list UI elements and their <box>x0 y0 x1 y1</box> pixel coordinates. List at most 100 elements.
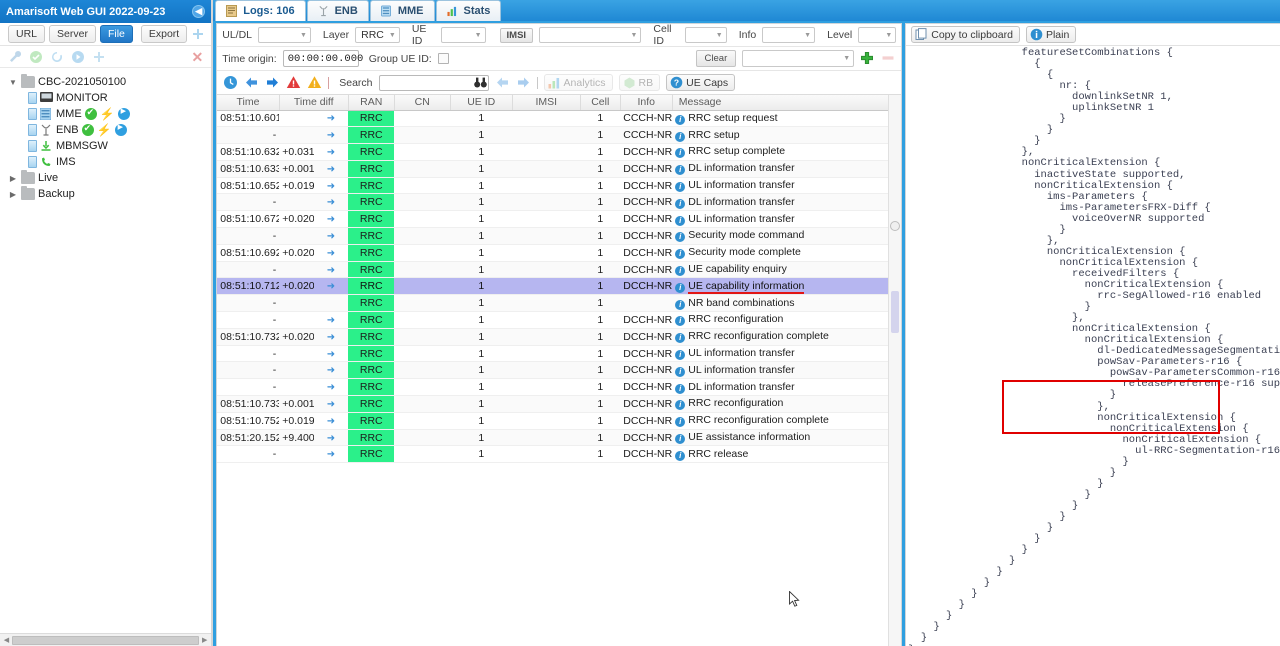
time-origin-input[interactable]: 00:00:00.000 <box>282 50 363 67</box>
plus-icon[interactable] <box>860 51 875 66</box>
chevron-right-icon[interactable] <box>8 174 18 183</box>
find-prev-icon[interactable] <box>495 75 510 90</box>
table-row[interactable]: - ➜ RRC 1 1 DCCH-NR i DL information transfer <box>217 193 897 212</box>
scroll-left-arrow-icon[interactable]: ◀ <box>1 636 12 644</box>
tree-item-backup[interactable]: Backup <box>4 186 211 202</box>
close-icon[interactable]: ✕ <box>192 50 204 64</box>
tree-item-cbc[interactable]: CBC-2021050100 <box>4 74 211 90</box>
col-time-diff[interactable]: Time diff <box>279 95 349 111</box>
tree-item-enb[interactable]: ENB ⚡ <box>4 122 211 138</box>
chevron-right-icon[interactable] <box>8 190 18 199</box>
table-row[interactable]: - ➜ RRC 1 1 DCCH-NR i RRC release <box>217 445 897 464</box>
detail-text-container[interactable]: featureSetCombinations { { { nr: { downl… <box>906 46 1280 646</box>
search-input[interactable] <box>378 74 489 92</box>
copy-to-clipboard-button[interactable]: Copy to clipboard <box>911 26 1020 43</box>
scrollbar-thumb[interactable] <box>891 291 900 333</box>
plain-button[interactable]: Plain <box>1025 26 1077 43</box>
col-message[interactable]: Message <box>672 95 898 111</box>
export-button[interactable]: Export <box>140 25 188 43</box>
logs-vertical-scrollbar[interactable] <box>888 95 902 646</box>
server-button[interactable]: Server <box>49 25 96 43</box>
cell-cn <box>394 345 451 363</box>
table-row[interactable]: 08:51:10.733 +0.001 ➜ RRC 1 1 DCCH-NR i RRC reco… <box>217 395 897 413</box>
col-cn[interactable]: CN <box>394 95 451 111</box>
table-row[interactable]: - ➜ RRC 1 1 DCCH-NR i DL information transfer <box>217 378 897 397</box>
preset-select[interactable]: ▼ <box>742 50 855 67</box>
tab-enb[interactable]: ENB <box>306 0 369 21</box>
tab-stats[interactable]: Stats <box>435 0 502 21</box>
table-row[interactable]: - ➜ RRC 1 1 DCCH-NR i Security mode command <box>217 227 897 245</box>
sidebar-horizontal-scrollbar[interactable]: ◀ ▶ <box>0 633 212 646</box>
info-select[interactable]: ▼ <box>762 27 816 43</box>
arrow-left-icon[interactable] <box>244 75 259 90</box>
cellid-select[interactable]: ▼ <box>685 27 727 43</box>
tree-item-ims[interactable]: IMS <box>4 154 211 170</box>
table-row[interactable]: 08:51:10.732 +0.020 ➜ RRC 1 1 DCCH-NR i RRC reco… <box>217 328 897 346</box>
level-select[interactable]: ▼ <box>858 27 897 43</box>
wrench-icon[interactable] <box>8 50 22 64</box>
imsi-button[interactable]: IMSI <box>499 27 534 43</box>
play-icon[interactable] <box>117 107 130 120</box>
table-row[interactable]: - ➜ RRC 1 1 CCCH-NR i RRC setup <box>217 126 897 145</box>
error-triangle-icon[interactable] <box>286 75 301 90</box>
table-row[interactable]: 08:51:20.152 +9.400 ➜ RRC 1 1 DCCH-NR i UE assis… <box>217 429 897 447</box>
tree-item-mbmsgw[interactable]: MBMSGW <box>4 138 211 154</box>
col-ran[interactable]: RAN <box>348 95 395 111</box>
scrollbar-grip[interactable] <box>890 221 901 231</box>
rb-button[interactable]: RB <box>618 74 661 91</box>
table-row[interactable]: 08:51:10.633 +0.001 ➜ RRC 1 1 DCCH-NR i DL infor… <box>217 160 897 178</box>
find-next-icon[interactable] <box>516 75 531 90</box>
analytics-button[interactable]: Analytics <box>543 74 613 91</box>
table-row[interactable]: 08:51:10.712 +0.020 ➜ RRC 1 1 DCCH-NR i UE capab… <box>217 277 897 296</box>
logs-table-container[interactable]: Time Time diff RAN CN UE ID IMSI Cell In… <box>217 95 902 646</box>
table-row[interactable]: 08:51:10.601 ➜ RRC 1 1 CCCH-NR i RRC setup requ… <box>217 110 897 128</box>
col-ueid[interactable]: UE ID <box>450 95 513 111</box>
arrow-right-icon[interactable] <box>265 75 280 90</box>
chevron-left-icon[interactable]: ◀ <box>192 5 206 18</box>
col-info[interactable]: Info <box>620 95 673 111</box>
url-button[interactable]: URL <box>8 25 46 43</box>
chevron-down-icon[interactable] <box>8 78 18 87</box>
minus-icon[interactable] <box>881 51 896 66</box>
tree-item-mme[interactable]: MME ⚡ <box>4 106 211 122</box>
table-row[interactable]: 08:51:10.632 +0.031 ➜ RRC 1 1 DCCH-NR i RRC setu… <box>217 143 897 161</box>
table-row[interactable]: - ➜ RRC 1 1 DCCH-NR i UL information transfer <box>217 361 897 380</box>
warning-triangle-icon[interactable] <box>307 75 322 90</box>
table-row[interactable]: - RRC 1 1 i NR band combinations <box>217 294 897 313</box>
check-circle-icon[interactable] <box>29 50 43 64</box>
table-row[interactable]: 08:51:10.752 +0.019 ➜ RRC 1 1 DCCH-NR i RRC reco… <box>217 412 897 430</box>
group-ueid-checkbox[interactable] <box>437 53 449 64</box>
table-row[interactable]: 08:51:10.652 +0.019 ➜ RRC 1 1 DCCH-NR i UL infor… <box>217 177 897 195</box>
scrollbar-thumb[interactable] <box>12 635 200 645</box>
table-row[interactable]: 08:51:10.672 +0.020 ➜ RRC 1 1 DCCH-NR i UL infor… <box>217 210 897 229</box>
ueid-select[interactable]: ▼ <box>440 27 486 43</box>
add-node-icon[interactable] <box>92 50 106 64</box>
uldl-select[interactable]: ▼ <box>258 27 311 43</box>
cell-time: - <box>217 126 280 145</box>
imsi-select[interactable]: ▼ <box>539 27 642 43</box>
play-circle-icon[interactable] <box>71 50 85 64</box>
col-cell[interactable]: Cell <box>580 95 621 111</box>
play-icon[interactable] <box>114 123 127 136</box>
table-row[interactable]: 08:51:10.692 +0.020 ➜ RRC 1 1 DCCH-NR i Security… <box>217 244 897 262</box>
file-button[interactable]: File <box>99 25 133 43</box>
tree-item-monitor[interactable]: MONITOR <box>4 90 211 106</box>
col-time[interactable]: Time <box>217 95 280 111</box>
ue-caps-button[interactable]: ? UE Caps <box>666 74 736 91</box>
table-row[interactable]: - ➜ RRC 1 1 DCCH-NR i UL information transfer <box>217 345 897 363</box>
binoculars-icon[interactable] <box>473 76 487 92</box>
clock-icon[interactable] <box>223 75 238 90</box>
plus-icon[interactable] <box>191 27 205 41</box>
clear-button[interactable]: Clear <box>695 50 737 67</box>
layer-select[interactable]: RRC ▼ <box>355 27 400 43</box>
refresh-icon[interactable] <box>50 50 64 64</box>
cell-cn <box>394 160 451 178</box>
search-field[interactable] <box>382 76 475 90</box>
scroll-right-arrow-icon[interactable]: ▶ <box>199 636 210 644</box>
col-imsi[interactable]: IMSI <box>512 95 581 111</box>
tab-mme[interactable]: MME <box>369 0 435 21</box>
tab-logs[interactable]: Logs: 106 <box>215 0 306 21</box>
table-row[interactable]: - ➜ RRC 1 1 DCCH-NR i UE capability enquiry <box>217 261 897 279</box>
tree-item-live[interactable]: Live <box>4 170 211 186</box>
table-row[interactable]: - ➜ RRC 1 1 DCCH-NR i RRC reconfiguration <box>217 311 897 329</box>
